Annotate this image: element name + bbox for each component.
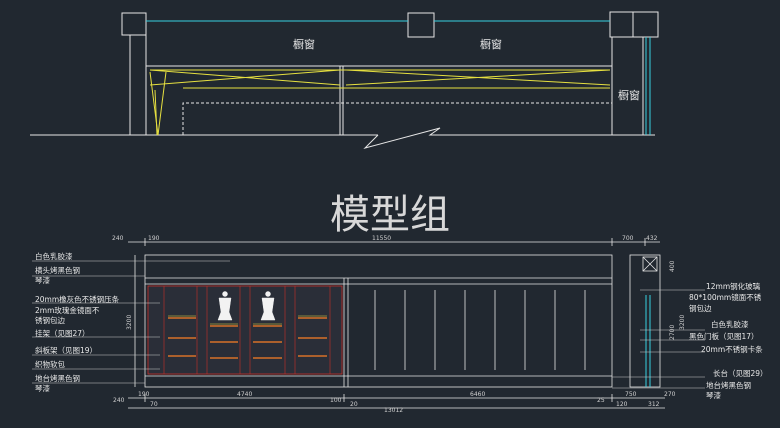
annotation-right: 20mm不锈钢卡条 bbox=[701, 344, 763, 354]
window-label-middle: 橱窗 bbox=[480, 37, 502, 51]
dim-right-3200: 3200 bbox=[679, 315, 686, 330]
annotation-left: 斜板架（见图19） bbox=[35, 345, 97, 355]
dim-bottom-750: 750 bbox=[625, 391, 637, 398]
annotation-left: 20mm橡灰色不锈钢压条 bbox=[35, 294, 120, 304]
dim-bottom-6460: 6460 bbox=[470, 391, 485, 398]
dim-right-2700: 2700 bbox=[669, 325, 676, 340]
dim-bottom-270: 270 bbox=[664, 391, 676, 398]
dim-bottom-70: 70 bbox=[150, 401, 158, 408]
annotation-left: 白色乳胶漆 bbox=[35, 251, 73, 261]
annotation-left: 挂架（见图27） bbox=[35, 328, 90, 338]
dim-bottom-13012: 13012 bbox=[384, 407, 403, 414]
dim-left-3200: 3200 bbox=[126, 315, 133, 330]
annotation-right: 钢包边 bbox=[689, 303, 712, 313]
annotation-right: 12mm钢化玻璃 bbox=[706, 281, 761, 291]
dim-bottom-120: 120 bbox=[616, 401, 628, 408]
annotation-left: 琴漆 bbox=[35, 275, 50, 285]
dim-top-700: 700 bbox=[622, 235, 634, 242]
dim-bottom-240: 240 bbox=[113, 397, 125, 404]
window-label-right: 橱窗 bbox=[618, 88, 640, 102]
annotation-left: 横头烤黑色钢 bbox=[35, 265, 80, 275]
plan-middle-column bbox=[407, 12, 435, 38]
plan-right-column bbox=[609, 11, 659, 38]
annotation-left: 锈钢包边 bbox=[35, 315, 65, 325]
annotation-right: 白色乳胶漆 bbox=[711, 319, 749, 329]
watermark-text: 模型组 bbox=[330, 192, 450, 238]
glazing-lines bbox=[146, 20, 651, 135]
plan-left-column bbox=[121, 12, 147, 36]
dim-top-190: 190 bbox=[148, 235, 160, 242]
display-shelving bbox=[147, 285, 343, 375]
dim-bottom-20: 20 bbox=[350, 401, 358, 408]
plan-view bbox=[30, 11, 659, 149]
dim-top-432: 432 bbox=[646, 235, 658, 242]
annotation-right: 地台烤黑色钢 bbox=[706, 380, 751, 390]
window-label-left: 橱窗 bbox=[293, 37, 315, 51]
dim-bottom-312: 312 bbox=[648, 401, 660, 408]
dim-top-240: 240 bbox=[112, 235, 124, 242]
annotation-left: 织物软包 bbox=[35, 359, 65, 369]
annotation-right: 琴漆 bbox=[706, 390, 721, 400]
annotation-right: 黑色门板（见图17） bbox=[689, 331, 759, 341]
annotation-left: 琴漆 bbox=[35, 383, 50, 393]
dim-bottom-4740: 4740 bbox=[237, 391, 252, 398]
annotation-right: 长台（见图29） bbox=[713, 368, 768, 378]
cad-drawing-canvas[interactable]: 橱窗 橱窗 橱窗 模型组 240 190 11550 700 432 190 2… bbox=[0, 0, 780, 428]
annotation-left: 地台烤黑色钢 bbox=[35, 373, 80, 383]
glass-partition bbox=[645, 295, 651, 387]
door-panels bbox=[374, 290, 586, 370]
dim-right-400: 400 bbox=[669, 260, 676, 272]
dim-bottom-190: 190 bbox=[138, 391, 150, 398]
dim-top-11550: 11550 bbox=[372, 235, 391, 242]
annotation-left: 2mm玫瑰金镜面不 bbox=[35, 305, 100, 315]
dim-bottom-100: 100 bbox=[330, 397, 342, 404]
dim-bottom-25: 25 bbox=[597, 397, 605, 404]
annotation-right: 80*100mm镜面不锈 bbox=[689, 292, 762, 302]
